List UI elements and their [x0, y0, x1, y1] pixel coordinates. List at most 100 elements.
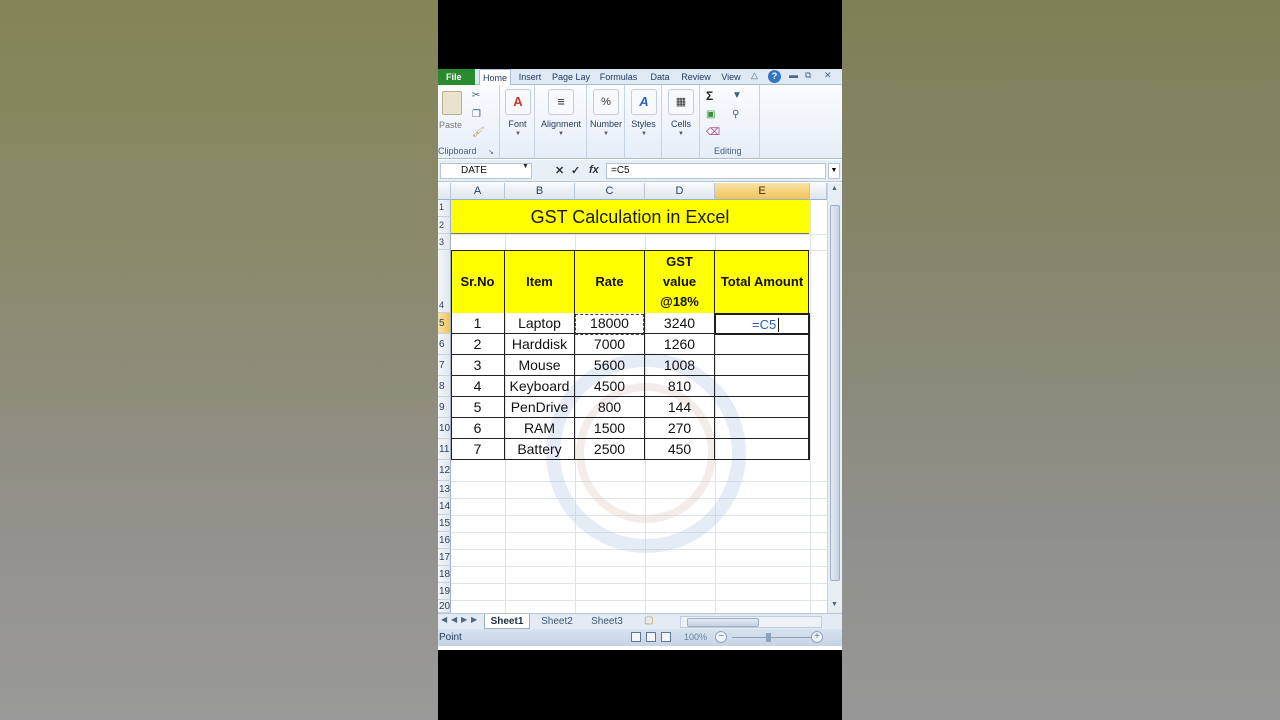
cells-icon[interactable]: ▦: [668, 89, 694, 115]
row-header-10[interactable]: 10: [438, 418, 451, 439]
sheet-title[interactable]: GST Calculation in Excel: [451, 200, 809, 234]
zoom-slider-track[interactable]: [732, 637, 812, 638]
cell-gst-value[interactable]: 1008: [645, 355, 715, 376]
cells-label[interactable]: Cells: [662, 119, 700, 129]
minimize-icon[interactable]: ▬: [789, 70, 798, 80]
row-header-12[interactable]: 12: [438, 460, 451, 481]
minimize-ribbon-icon[interactable]: △: [751, 70, 758, 81]
cell-total-amount[interactable]: [715, 418, 810, 439]
row-header-16[interactable]: 16: [438, 532, 451, 549]
active-cell-e5[interactable]: =C5: [714, 313, 810, 335]
vertical-scroll-thumb[interactable]: [830, 205, 840, 581]
cell-sr-no[interactable]: 1: [451, 313, 505, 334]
tab-data[interactable]: Data: [644, 69, 676, 85]
tab-view[interactable]: View: [717, 69, 745, 85]
column-header-b[interactable]: B: [505, 183, 575, 200]
sort-filter-icon[interactable]: ▼: [732, 90, 742, 101]
row-header-9[interactable]: 9: [438, 397, 451, 418]
column-header-d[interactable]: D: [645, 183, 715, 200]
zoom-slider-thumb[interactable]: [766, 633, 771, 642]
page-layout-view-icon[interactable]: [646, 632, 656, 642]
cell-gst-value[interactable]: 3240: [645, 313, 715, 334]
number-dropdown-icon[interactable]: ▼: [603, 131, 609, 137]
row-header-14[interactable]: 14: [438, 498, 451, 515]
cell-sr-no[interactable]: 3: [451, 355, 505, 376]
tab-sheet3[interactable]: Sheet3: [584, 614, 630, 629]
horizontal-scroll-thumb[interactable]: [687, 618, 759, 627]
restore-icon[interactable]: ⧉: [805, 70, 811, 81]
expand-formula-bar-icon[interactable]: ▼: [828, 163, 840, 179]
tab-home[interactable]: Home: [479, 69, 511, 85]
vertical-scrollbar[interactable]: ▲ ▼: [827, 183, 842, 613]
styles-dropdown-icon[interactable]: ▼: [641, 131, 647, 137]
cell-total-amount[interactable]: [715, 397, 810, 418]
alignment-label[interactable]: Alignment: [535, 119, 587, 129]
worksheet-grid[interactable]: A B C D E 1 2 3 4 5 6 7 8 9 10 11 12 13 …: [438, 183, 827, 613]
name-box[interactable]: DATE: [440, 163, 532, 179]
row-header-18[interactable]: 18: [438, 566, 451, 583]
row-header-5[interactable]: 5: [438, 313, 451, 334]
row-header-7[interactable]: 7: [438, 355, 451, 376]
column-header-e[interactable]: E: [715, 183, 810, 200]
cell-gst-value[interactable]: 810: [645, 376, 715, 397]
first-sheet-icon[interactable]: ◀: [441, 615, 447, 624]
cell-total-amount[interactable]: [715, 334, 810, 355]
cell-gst-value[interactable]: 270: [645, 418, 715, 439]
cell-gst-value[interactable]: 1260: [645, 334, 715, 355]
cell-rate[interactable]: 5600: [575, 355, 645, 376]
cell-rate[interactable]: 7000: [575, 334, 645, 355]
cell-rate[interactable]: 18000: [575, 313, 645, 334]
cell-sr-no[interactable]: 2: [451, 334, 505, 355]
row-header-11[interactable]: 11: [438, 439, 451, 460]
tab-page-layout[interactable]: Page Lay⁠: [549, 69, 593, 85]
cell-total-amount[interactable]: [715, 355, 810, 376]
normal-view-icon[interactable]: [631, 632, 641, 642]
cell-sr-no[interactable]: 7: [451, 439, 505, 460]
font-icon[interactable]: A: [505, 89, 531, 115]
cell-item[interactable]: Harddisk: [505, 334, 575, 355]
cell-rate[interactable]: 800: [575, 397, 645, 418]
row-header-1[interactable]: 1: [438, 200, 451, 217]
styles-label[interactable]: Styles: [625, 119, 662, 129]
formula-input[interactable]: =C5: [606, 163, 826, 179]
header-total-amount[interactable]: Total Amount: [715, 250, 809, 313]
cells-dropdown-icon[interactable]: ▼: [678, 131, 684, 137]
column-header-c[interactable]: C: [575, 183, 645, 200]
fill-icon[interactable]: ▣: [706, 109, 715, 120]
column-header-a[interactable]: A: [451, 183, 505, 200]
next-sheet-icon[interactable]: ▶: [461, 615, 467, 624]
paste-icon[interactable]: [442, 91, 462, 115]
help-icon[interactable]: ?: [768, 70, 781, 83]
cell-sr-no[interactable]: 6: [451, 418, 505, 439]
zoom-level[interactable]: 100%: [684, 629, 707, 646]
cell-item[interactable]: PenDrive: [505, 397, 575, 418]
autosum-icon[interactable]: Σ: [706, 89, 713, 103]
column-header-f[interactable]: [810, 183, 827, 200]
last-sheet-icon[interactable]: ▶: [471, 615, 477, 624]
cell-rate[interactable]: 2500: [575, 439, 645, 460]
tab-insert[interactable]: Insert: [514, 69, 546, 85]
cell-item[interactable]: Keyboard: [505, 376, 575, 397]
cut-icon[interactable]: ✂: [472, 90, 480, 101]
insert-sheet-icon[interactable]: ▢: [644, 615, 653, 626]
cell-sr-no[interactable]: 5: [451, 397, 505, 418]
row-header-3[interactable]: 3: [438, 234, 451, 250]
header-rate[interactable]: Rate: [575, 250, 645, 313]
tab-sheet2[interactable]: Sheet2: [534, 614, 580, 629]
row-header-20[interactable]: 20: [438, 600, 451, 613]
tab-file[interactable]: File: [438, 69, 475, 85]
page-break-view-icon[interactable]: [661, 632, 671, 642]
header-gst-value[interactable]: GST value @18%: [645, 250, 715, 313]
number-icon[interactable]: %: [593, 89, 619, 115]
cell-item[interactable]: Mouse: [505, 355, 575, 376]
cell-rate[interactable]: 1500: [575, 418, 645, 439]
row-header-4[interactable]: 4: [438, 250, 451, 313]
number-label[interactable]: Number: [587, 119, 625, 129]
alignment-icon[interactable]: ≡: [548, 89, 574, 115]
enter-formula-icon[interactable]: ✓: [571, 164, 580, 177]
row-header-19[interactable]: 19: [438, 583, 451, 600]
cell-item[interactable]: Laptop: [505, 313, 575, 334]
clear-icon[interactable]: ⌫: [706, 127, 720, 138]
row-header-13[interactable]: 13: [438, 481, 451, 498]
insert-function-icon[interactable]: fx: [589, 164, 599, 176]
